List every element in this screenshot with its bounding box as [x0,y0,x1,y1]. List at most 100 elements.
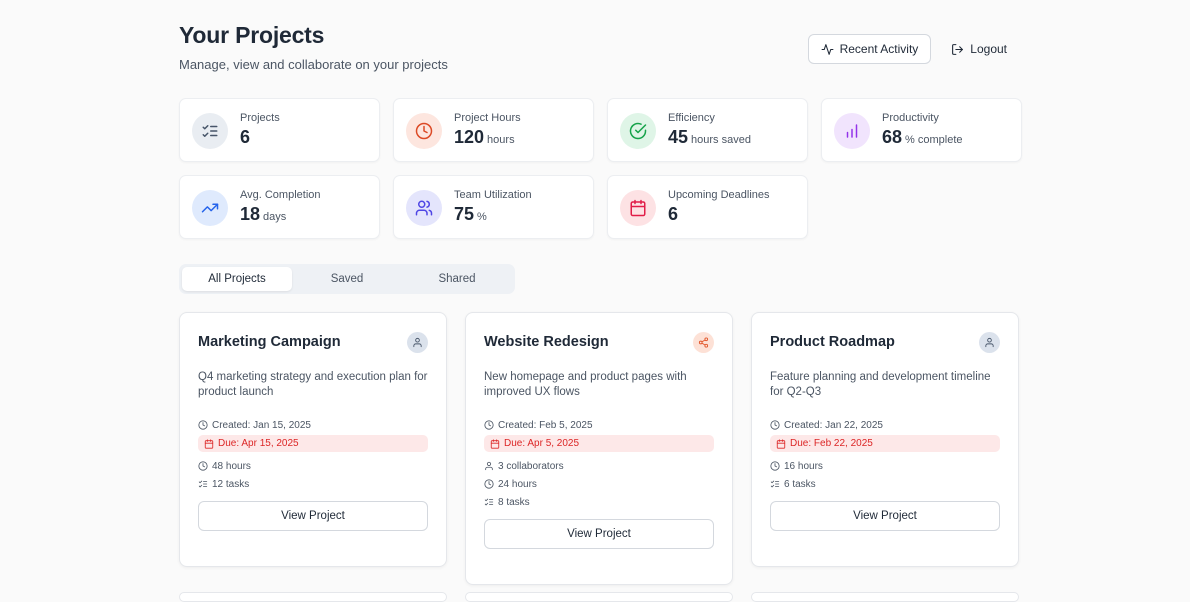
list-checks-icon [202,125,218,137]
project-tabs: All Projects Saved Shared [179,264,515,294]
project-title: Product Roadmap [770,334,895,350]
stat-unit: hours saved [691,134,751,146]
hours: 48 hours [198,459,428,473]
header-actions: Recent Activity Logout [807,34,1019,64]
stat-value: 75% [454,204,487,225]
clock-icon [484,479,494,489]
tasks: 6 tasks [770,477,1000,491]
calendar-icon [490,438,500,449]
recent-activity-label: Recent Activity [839,42,919,56]
stat-label: Project Hours [454,112,521,124]
stat-number: 45 [668,127,689,147]
project-description: New homepage and product pages with impr… [484,371,687,398]
user-icon [413,337,422,348]
collaborators-text: 3 collaborators [498,460,564,472]
user-icon [485,461,493,471]
clock-icon [198,461,208,471]
stat-card: Productivity 68% complete [821,98,1022,162]
tasks-text: 6 tasks [784,478,816,490]
project-card: Website Redesign New homepage and product… [465,312,733,585]
clock-icon [770,461,780,471]
project-card-partial [751,592,1019,602]
stat-card: Projects 6 [179,98,380,162]
stat-label: Team Utilization [454,189,532,201]
list-checks-icon [484,498,494,506]
due-date-text: Due: Feb 22, 2025 [790,438,873,449]
stat-icon-wrap [834,113,870,149]
project-title: Marketing Campaign [198,334,341,350]
list-checks-icon [198,480,208,488]
tab-all-projects[interactable]: All Projects [182,267,292,291]
stat-unit: hours [487,134,515,146]
stat-icon-wrap [192,190,228,226]
stat-icon-wrap [406,190,442,226]
created-date: Created: Jan 22, 2025 [770,418,1000,432]
stat-number: 120 [454,127,485,147]
due-date: Due: Apr 5, 2025 [484,435,714,452]
clock-icon [415,122,433,140]
recent-activity-button[interactable]: Recent Activity [807,34,932,64]
stat-icon-wrap [406,113,442,149]
stat-label: Efficiency [668,112,715,124]
due-date: Due: Feb 22, 2025 [770,435,1000,452]
project-card-partial [465,592,733,602]
stat-label: Productivity [882,112,939,124]
hours: 16 hours [770,459,1000,473]
calendar-icon [776,438,786,449]
stat-unit: days [263,211,287,223]
page-title: Your Projects [179,22,325,48]
stat-number: 68 [882,127,903,147]
view-project-button[interactable]: View Project [198,501,428,531]
view-project-button[interactable]: View Project [770,501,1000,531]
due-date-text: Due: Apr 5, 2025 [504,438,580,449]
project-description: Feature planning and development timelin… [770,371,991,398]
stat-value: 18 days [240,204,286,225]
due-date: Due: Apr 15, 2025 [198,435,428,452]
hours-text: 16 hours [784,460,823,472]
tasks: 12 tasks [198,477,428,491]
stat-icon-wrap [620,190,656,226]
tasks-text: 12 tasks [212,478,250,490]
created-date: Created: Feb 5, 2025 [484,418,714,432]
project-card-partial [179,592,447,602]
stat-label: Upcoming Deadlines [668,189,770,201]
clock-icon [484,420,494,430]
calendar-icon [630,199,646,217]
tasks-text: 8 tasks [498,496,530,508]
logout-button[interactable]: Logout [941,34,1019,64]
stat-icon-wrap [192,113,228,149]
stat-number: 6 [240,127,251,147]
project-badge [407,332,428,353]
trending-up-icon [201,203,219,213]
clock-icon [770,420,780,430]
stat-card: Efficiency 45 hours saved [607,98,808,162]
activity-icon [821,43,834,55]
tasks: 8 tasks [484,495,714,509]
tab-shared[interactable]: Shared [402,267,512,291]
stat-label: Avg. Completion [240,189,321,201]
stat-value: 45 hours saved [668,127,751,148]
stat-number: 6 [668,204,679,224]
created-date: Created: Jan 15, 2025 [198,418,428,432]
stat-label: Projects [240,112,280,124]
hours-text: 48 hours [212,460,251,472]
created-date-text: Created: Feb 5, 2025 [498,419,593,431]
hours-text: 24 hours [498,478,537,490]
stat-value: 120 hours [454,127,515,148]
tab-saved[interactable]: Saved [292,267,402,291]
view-project-button[interactable]: View Project [484,519,714,549]
created-date-text: Created: Jan 15, 2025 [212,419,311,431]
stat-card: Team Utilization 75% [393,175,594,239]
stat-card: Avg. Completion 18 days [179,175,380,239]
share-icon [698,337,709,348]
page-subtitle: Manage, view and collaborate on your pro… [179,57,448,72]
stats-grid: Projects 6 Project Hours 120 hours Efficiency… [179,98,1022,239]
stat-card: Upcoming Deadlines 6 [607,175,808,239]
project-card: Marketing Campaign Q4 marketing strategy … [179,312,447,567]
project-title: Website Redesign [484,334,609,350]
clock-icon [198,420,208,430]
users-icon [415,200,433,216]
project-card: Product Roadmap Feature planning and deve… [751,312,1019,567]
list-checks-icon [770,480,780,488]
calendar-icon [204,438,214,449]
